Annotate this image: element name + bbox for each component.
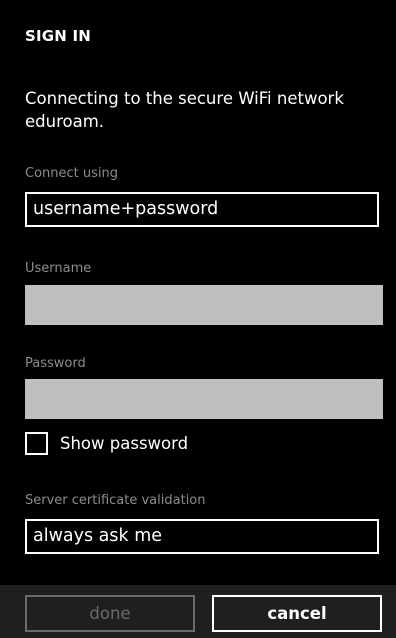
connect-using-dropdown[interactable]: username+password [25, 192, 379, 227]
show-password-checkbox-row[interactable]: Show password [25, 429, 188, 457]
connection-description: Connecting to the secure WiFi network ed… [25, 89, 344, 131]
server-certificate-label: Server certificate validation [25, 493, 206, 508]
done-button[interactable]: done [25, 595, 195, 632]
show-password-label: Show password [60, 433, 189, 453]
app-bar: done cancel [0, 585, 396, 638]
username-label: Username [25, 261, 92, 276]
connect-using-label: Connect using [25, 166, 118, 181]
password-field[interactable] [25, 379, 383, 419]
server-certificate-dropdown[interactable]: always ask me [25, 519, 379, 554]
username-field[interactable] [25, 285, 383, 325]
show-password-checkbox[interactable] [25, 431, 48, 455]
cancel-button[interactable]: cancel [212, 595, 382, 632]
password-label: Password [25, 356, 86, 371]
page-title: SIGN IN [25, 27, 92, 45]
